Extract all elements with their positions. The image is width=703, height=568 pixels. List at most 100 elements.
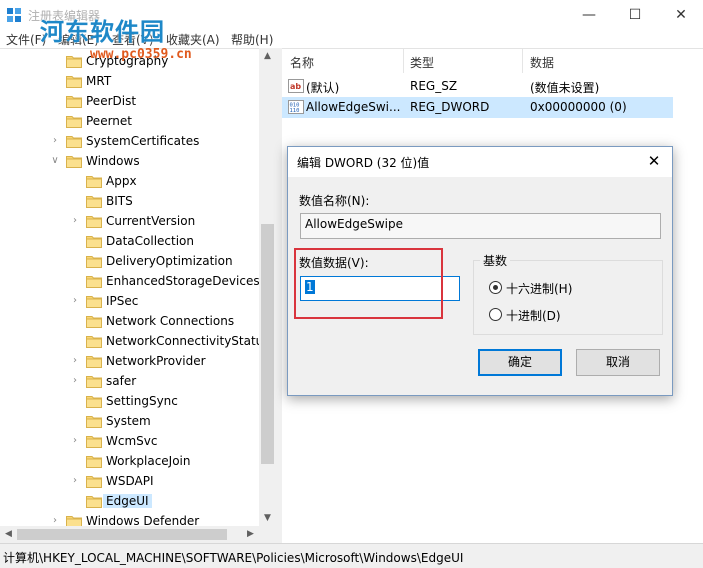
folder-icon: [86, 335, 102, 348]
tree-item[interactable]: Appx: [0, 172, 260, 192]
folder-icon: [86, 195, 102, 208]
tree-item-label: safer: [106, 374, 137, 388]
tree-item-label: EdgeUI: [103, 494, 152, 508]
value-name: AllowEdgeSwi...: [306, 100, 401, 114]
maximize-icon[interactable]: ☐: [612, 0, 658, 30]
binary-value-icon: 010 110: [288, 100, 304, 114]
cancel-button[interactable]: 取消: [576, 349, 660, 376]
tree-item-label: Network Connections: [106, 314, 235, 328]
tree-item[interactable]: DeliveryOptimization: [0, 252, 260, 272]
dialog-title-bar: 编辑 DWORD (32 位)值 ✕: [288, 147, 672, 177]
tree-item-label: NetworkProvider: [106, 354, 206, 368]
registry-path: 计算机\HKEY_LOCAL_MACHINE\SOFTWARE\Policies…: [3, 551, 464, 565]
folder-icon: [86, 315, 102, 328]
folder-icon: [66, 55, 82, 68]
folder-icon: [86, 295, 102, 308]
folder-icon: [86, 275, 102, 288]
tree-item[interactable]: EnhancedStorageDevices: [0, 272, 260, 292]
column-data[interactable]: 数据: [530, 54, 554, 71]
value-name-label: 数值名称(N):: [299, 194, 370, 208]
tree-item-selected[interactable]: EdgeUI: [0, 492, 260, 512]
value-type: REG_SZ: [410, 79, 458, 93]
tree-item[interactable]: Network Connections: [0, 312, 260, 332]
svg-text:110: 110: [290, 108, 300, 114]
tree-item[interactable]: › IPSec: [0, 292, 260, 312]
column-divider[interactable]: [403, 49, 404, 73]
folder-icon: [86, 495, 102, 508]
tree-item[interactable]: PeerDist: [0, 92, 260, 112]
tree-item[interactable]: WorkplaceJoin: [0, 452, 260, 472]
tree-item[interactable]: › CurrentVersion: [0, 212, 260, 232]
tree-item[interactable]: ∨ Windows: [0, 152, 260, 172]
scroll-right-icon[interactable]: ▶: [242, 526, 259, 543]
tree-item[interactable]: › WcmSvc: [0, 432, 260, 452]
value-name: (默认): [306, 81, 340, 95]
tree-item[interactable]: MRT: [0, 72, 260, 92]
base-legend: 基数: [480, 252, 511, 269]
scroll-left-icon[interactable]: ◀: [0, 526, 17, 543]
folder-icon: [86, 215, 102, 228]
chevron-down-icon[interactable]: ∨: [50, 155, 60, 167]
tree-item[interactable]: DataCollection: [0, 232, 260, 252]
scroll-thumb[interactable]: [261, 224, 274, 464]
tree-item-label: Appx: [106, 174, 137, 188]
tree-item[interactable]: › safer: [0, 372, 260, 392]
menu-help[interactable]: 帮助(H): [231, 31, 273, 48]
ok-button[interactable]: 确定: [478, 349, 562, 376]
folder-icon: [66, 135, 82, 148]
column-divider[interactable]: [522, 49, 523, 73]
folder-icon: [86, 435, 102, 448]
tree-item[interactable]: System: [0, 412, 260, 432]
tree-item[interactable]: › Windows Defender: [0, 512, 260, 527]
chevron-right-icon[interactable]: ›: [70, 355, 80, 367]
folder-icon: [86, 415, 102, 428]
chevron-right-icon[interactable]: ›: [70, 375, 80, 387]
radio-decimal-dot[interactable]: [489, 308, 502, 321]
radio-hex[interactable]: 十六进制(H): [489, 279, 649, 297]
menu-favorites[interactable]: 收藏夹(A): [166, 31, 220, 48]
chevron-right-icon[interactable]: ›: [70, 215, 80, 227]
tree-item-label: MRT: [86, 74, 112, 88]
svg-text:ab: ab: [290, 82, 301, 91]
tree-item-label: SystemCertificates: [86, 134, 200, 148]
tree-item-label: NetworkConnectivityStatus: [106, 334, 270, 348]
tree-item[interactable]: › WSDAPI: [0, 472, 260, 492]
chevron-right-icon[interactable]: ›: [70, 295, 80, 307]
annotation-highlight-box: [294, 248, 443, 319]
radio-decimal[interactable]: 十进制(D): [489, 306, 649, 324]
tree-item[interactable]: Peernet: [0, 112, 260, 132]
folder-icon: [66, 95, 82, 108]
column-type[interactable]: 类型: [410, 54, 434, 71]
chevron-right-icon[interactable]: ›: [50, 135, 60, 147]
registry-tree[interactable]: Cryptography MRT PeerDist Peernet › SystemCer…: [0, 48, 276, 527]
tree-item[interactable]: NetworkConnectivityStatus: [0, 332, 270, 352]
close-icon[interactable]: ✕: [644, 151, 664, 171]
radio-hex-dot[interactable]: [489, 281, 502, 294]
status-bar: 计算机\HKEY_LOCAL_MACHINE\SOFTWARE\Policies…: [0, 543, 703, 568]
tree-item-label: SettingSync: [106, 394, 178, 408]
watermark-logo: 河东软件园: [40, 17, 165, 46]
tree-item[interactable]: › NetworkProvider: [0, 352, 260, 372]
tree-horizontal-scrollbar[interactable]: ◀ ▶: [0, 526, 276, 543]
list-item[interactable]: ab (默认) REG_SZ (数值未设置): [282, 76, 673, 97]
folder-icon: [86, 235, 102, 248]
tree-item-label: WorkplaceJoin: [106, 454, 191, 468]
folder-icon: [86, 175, 102, 188]
column-name[interactable]: 名称: [290, 54, 314, 71]
tree-item[interactable]: › SystemCertificates: [0, 132, 260, 152]
tree-item-label: System: [106, 414, 151, 428]
minimize-icon[interactable]: —: [566, 0, 612, 30]
chevron-right-icon[interactable]: ›: [70, 475, 80, 487]
tree-vertical-scrollbar[interactable]: ▲ ▼: [259, 48, 276, 526]
scroll-down-icon[interactable]: ▼: [259, 510, 276, 526]
scroll-up-icon[interactable]: ▲: [259, 48, 276, 64]
close-icon[interactable]: ✕: [658, 0, 703, 30]
tree-item[interactable]: BITS: [0, 192, 260, 212]
value-name-text: AllowEdgeSwipe: [305, 217, 403, 231]
string-value-icon: ab: [288, 79, 304, 93]
tree-item-label: BITS: [106, 194, 133, 208]
chevron-right-icon[interactable]: ›: [70, 435, 80, 447]
hscroll-thumb[interactable]: [17, 529, 227, 540]
tree-item[interactable]: SettingSync: [0, 392, 260, 412]
list-item-selected[interactable]: 010 110 AllowEdgeSwi... REG_DWORD 0x0000…: [282, 97, 673, 118]
